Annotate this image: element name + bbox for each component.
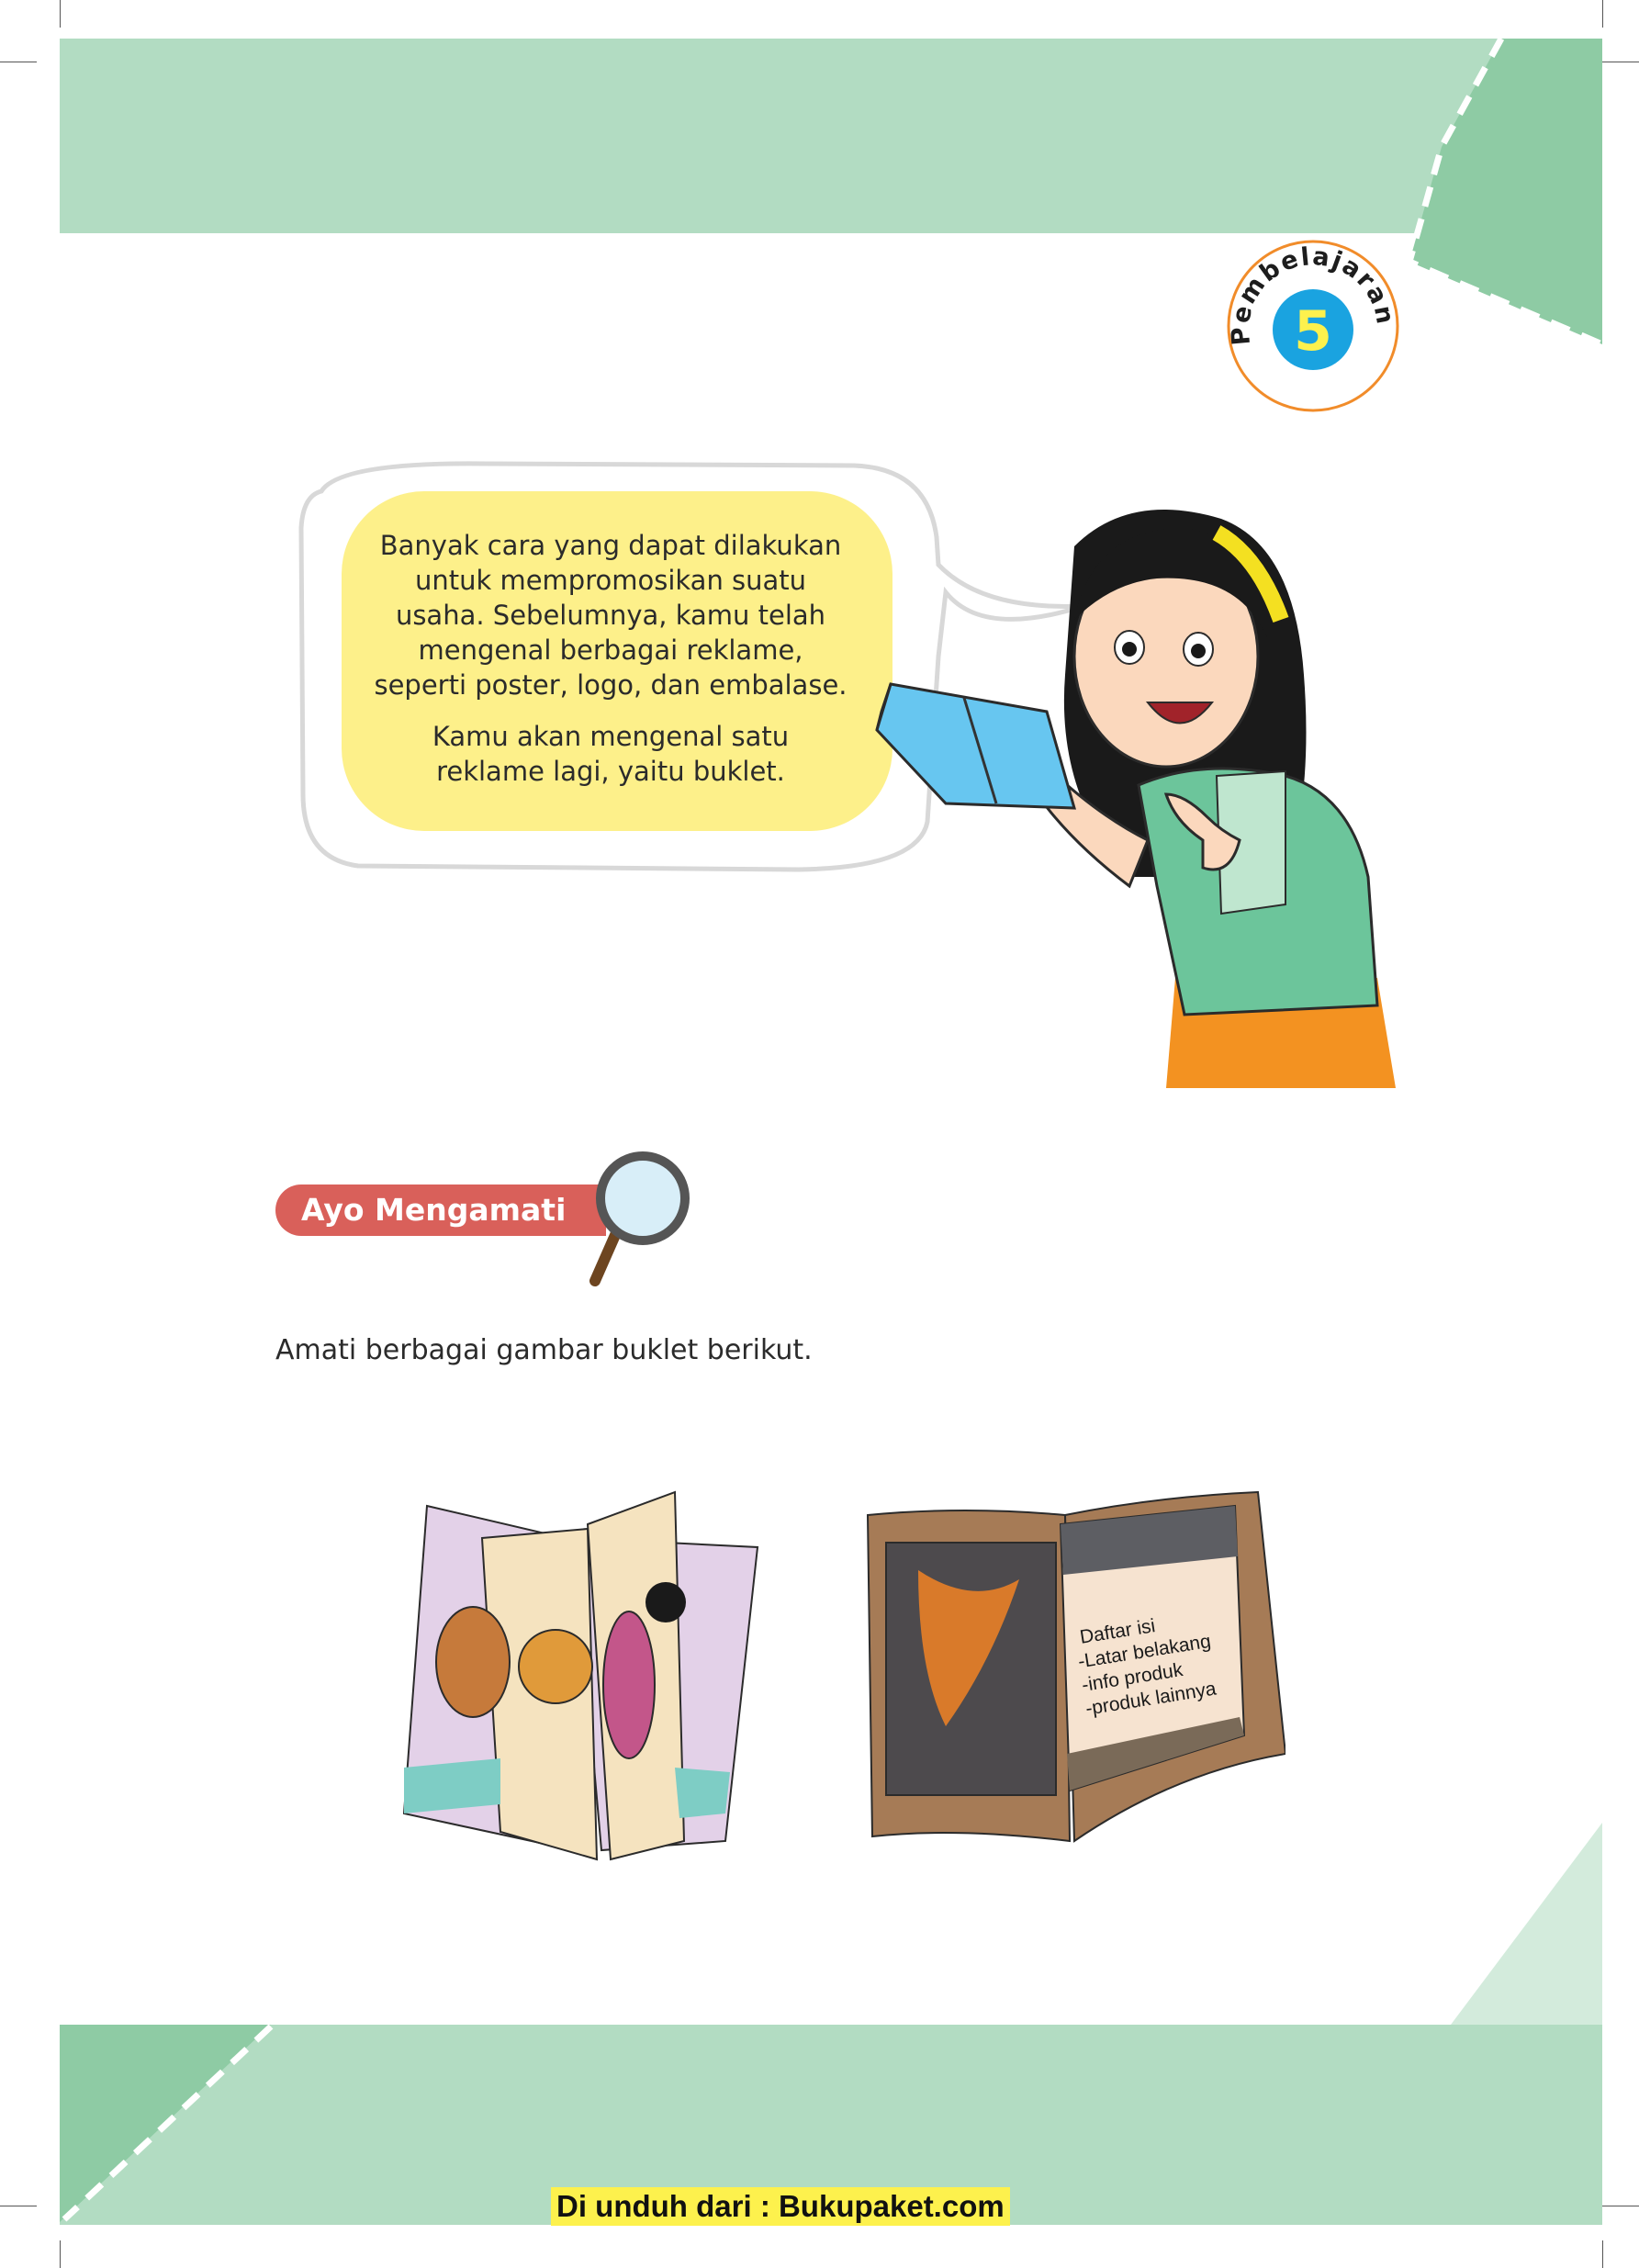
speech-text: Banyak cara yang dapat dilakukan untuk me… xyxy=(374,530,848,787)
bottom-right-triangle xyxy=(1451,1823,1602,2025)
booklet-illustration-2: Daftar isi -Latar belakang -info produk … xyxy=(866,1490,1285,1843)
lesson-badge: Pembelajaran 5 xyxy=(1226,240,1399,412)
bottom-corner-fold xyxy=(60,2025,274,2222)
section-title: Ayo Mengamati xyxy=(275,1185,606,1236)
badge-number: 5 xyxy=(1294,299,1332,364)
magnifier-icon xyxy=(589,1151,690,1286)
instruction-text: Amati berbagai gambar buklet berikut. xyxy=(275,1334,813,1366)
top-corner-fold xyxy=(1405,37,1602,348)
booklet-illustration-1 xyxy=(402,1490,759,1861)
girl-illustration xyxy=(875,510,1396,1088)
download-source: Di unduh dari : Bukupaket.com xyxy=(551,2187,1010,2226)
top-banner xyxy=(60,39,1602,233)
